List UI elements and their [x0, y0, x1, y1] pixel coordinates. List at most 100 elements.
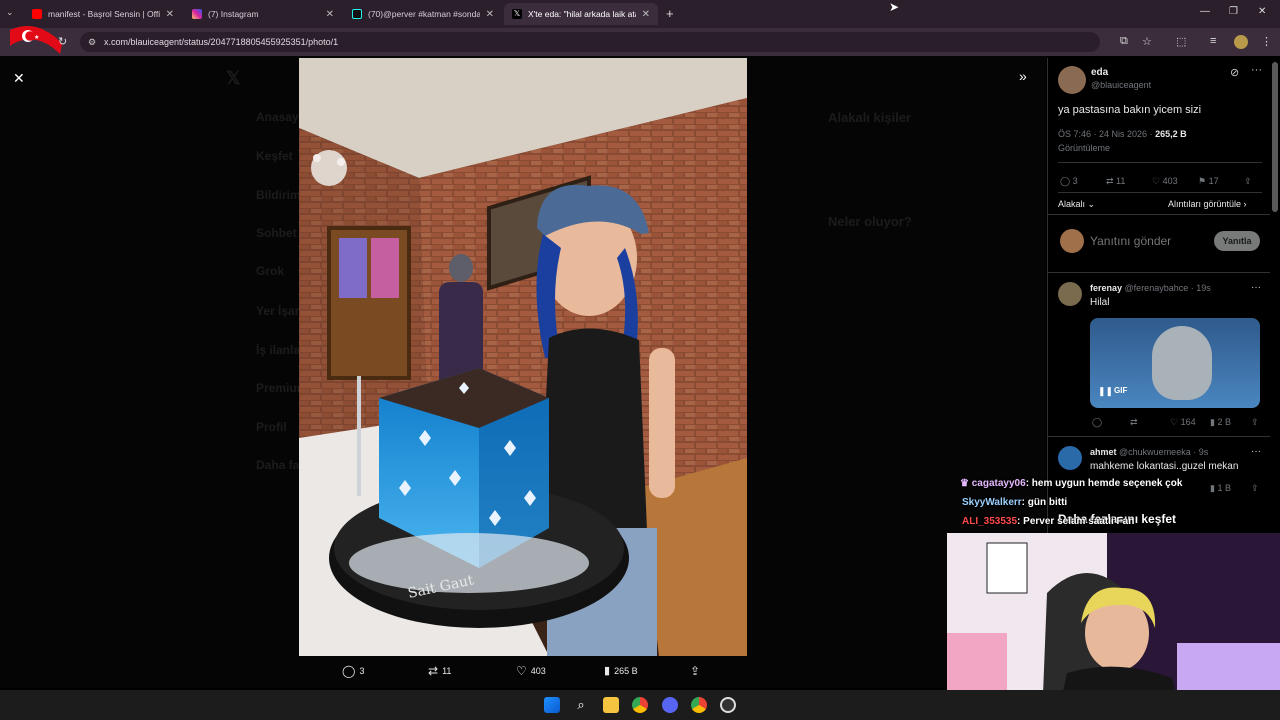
- reply-gif[interactable]: ❚❚ GIF: [1090, 318, 1260, 408]
- file-explorer-icon[interactable]: [603, 697, 619, 713]
- close-icon[interactable]: ✕: [166, 9, 174, 20]
- grok-icon[interactable]: ⊘: [1230, 66, 1239, 79]
- tweet-meta: ÖS 7:46 · 24 Nis 2026 · 265,2 B: [1058, 129, 1187, 139]
- reply-input[interactable]: [1090, 230, 1210, 252]
- like-action[interactable]: ♡ 403: [1152, 176, 1178, 187]
- reply-name[interactable]: ferenay: [1090, 283, 1122, 293]
- chrome-icon[interactable]: [691, 697, 707, 713]
- reply-repost-action[interactable]: ⇄: [1130, 417, 1138, 428]
- photo-views-action[interactable]: ▮ 265 B: [604, 664, 638, 677]
- author-avatar[interactable]: [1058, 66, 1086, 94]
- close-icon[interactable]: ✕: [642, 9, 650, 20]
- reply-action[interactable]: ◯ 3: [1060, 176, 1078, 187]
- bookmark-star-icon[interactable]: ☆: [1142, 35, 1152, 48]
- panel-scrollbar[interactable]: [1272, 62, 1278, 212]
- more-options-icon[interactable]: ···: [1251, 64, 1262, 76]
- reply-header: ferenay @ferenaybahce · 19s: [1090, 283, 1211, 293]
- close-icon[interactable]: ✕: [326, 9, 334, 20]
- reply-name[interactable]: ahmet: [1090, 447, 1117, 457]
- reply-like-action[interactable]: ♡ 164: [1170, 417, 1196, 428]
- tweet-photo[interactable]: Sait Gaut: [299, 58, 747, 656]
- chrome-icon[interactable]: [632, 697, 648, 713]
- photo-like-action[interactable]: ♡ 403: [516, 664, 546, 678]
- divider: [1058, 192, 1262, 193]
- tab-instagram[interactable]: (7) Instagram ✕: [184, 3, 342, 25]
- more-options-icon[interactable]: ···: [1251, 282, 1261, 293]
- cast-icon[interactable]: ⧉: [1120, 35, 1128, 48]
- gif-face: [1152, 326, 1212, 400]
- sort-label: Alakalı: [1058, 199, 1086, 209]
- discord-icon[interactable]: [662, 697, 678, 713]
- close-icon[interactable]: ✕: [486, 9, 494, 20]
- reply-handle[interactable]: @chukwuemeeka · 9s: [1119, 447, 1208, 457]
- views-count: 265 B: [614, 665, 638, 676]
- share-icon[interactable]: ⇪: [1244, 176, 1252, 187]
- tiktok-icon: [352, 9, 362, 19]
- new-tab-button[interactable]: +: [666, 6, 674, 21]
- ghost-trending-heading: Neler oluyor?: [828, 214, 912, 229]
- reply-header: ahmet @chukwuemeeka · 9s: [1090, 447, 1208, 457]
- author-name[interactable]: eda: [1091, 67, 1108, 78]
- gif-badge: GIF: [1114, 386, 1128, 395]
- reply-avatar[interactable]: [1058, 446, 1082, 470]
- windows-start-icon[interactable]: [544, 697, 560, 713]
- reply-avatar[interactable]: [1058, 282, 1082, 306]
- quotes-link[interactable]: Alıntıları görüntüle ›: [1168, 199, 1247, 209]
- chat-text: : hem uygun hemde seçenek çok: [1025, 478, 1183, 489]
- ghost-x-logo: 𝕏: [226, 68, 241, 88]
- tweet-text: ya pastasına bakın yicem sizi: [1058, 104, 1202, 116]
- divider: [1048, 436, 1270, 437]
- extensions-icon[interactable]: ⬚: [1176, 35, 1186, 48]
- views-icon: ▮: [604, 665, 611, 677]
- photo-share-action[interactable]: ⇪: [690, 664, 700, 678]
- address-bar-row: ★ ↻ ⚙ x.com/blauiceagent/status/20477188…: [0, 26, 1280, 56]
- ghost-nav-item: Grok: [256, 264, 285, 278]
- reply-like-count: 164: [1180, 417, 1196, 427]
- repost-action[interactable]: ⇄ 11: [1106, 176, 1125, 187]
- pause-icon[interactable]: ❚❚: [1098, 386, 1113, 397]
- photo-repost-action[interactable]: ⇄ 11: [428, 664, 451, 678]
- tab-label: (7) Instagram: [208, 9, 259, 19]
- media-control-icon[interactable]: ≡: [1210, 35, 1216, 47]
- reply-views-action[interactable]: ▮ 1 B: [1210, 483, 1231, 494]
- tab-tiktok[interactable]: (70)@perver #katman #sondak ✕: [344, 3, 502, 25]
- minimize-button[interactable]: —: [1200, 6, 1210, 17]
- chat-user: cagatayy06: [971, 478, 1026, 489]
- reload-icon[interactable]: ↻: [58, 35, 67, 48]
- repost-icon: ⇄: [428, 664, 439, 678]
- expand-panel-icon[interactable]: »: [1019, 68, 1027, 84]
- chat-badge-icon: ♛: [960, 478, 969, 489]
- reply-share-icon[interactable]: ⇪: [1251, 483, 1259, 494]
- author-handle[interactable]: @blauiceagent: [1091, 80, 1151, 90]
- more-options-icon[interactable]: ···: [1251, 446, 1261, 457]
- sort-dropdown[interactable]: Alakalı ⌄: [1058, 199, 1095, 210]
- obs-icon[interactable]: [720, 697, 736, 713]
- search-icon[interactable]: ⌕: [573, 697, 589, 713]
- profile-avatar[interactable]: [1234, 35, 1248, 49]
- reply-share-icon[interactable]: ⇪: [1251, 417, 1259, 428]
- reply-handle[interactable]: @ferenaybahce · 19s: [1125, 283, 1211, 293]
- url-field[interactable]: ⚙ x.com/blauiceagent/status/204771880545…: [80, 32, 1100, 52]
- photo-reply-action[interactable]: ◯ 3: [342, 664, 364, 678]
- reply-reply-action[interactable]: ◯: [1092, 417, 1102, 428]
- site-info-icon[interactable]: ⚙: [88, 32, 96, 52]
- ghost-related-heading: Alakalı kişiler: [828, 110, 912, 125]
- tweet-views: 265,2 B: [1155, 129, 1187, 139]
- bookmark-count: 17: [1208, 176, 1219, 186]
- tab-youtube[interactable]: manifest - Başrol Sensin | Offici ✕: [24, 3, 182, 25]
- tab-x[interactable]: 𝕏 X'te eda: "hilal arkada laik atatı ✕: [504, 3, 658, 25]
- close-viewer-button[interactable]: ✕: [13, 70, 25, 87]
- divider: [1058, 162, 1262, 163]
- close-window-button[interactable]: ✕: [1258, 6, 1266, 17]
- maximize-button[interactable]: ❐: [1229, 6, 1238, 17]
- reply-views-action[interactable]: ▮ 2 B: [1210, 417, 1231, 428]
- menu-dots-icon[interactable]: ⋮: [1261, 35, 1272, 48]
- divider: [1048, 272, 1270, 273]
- ghost-nav-item: Profil: [256, 420, 287, 434]
- bookmark-action[interactable]: ⚑ 17: [1198, 176, 1219, 187]
- tab-search-button[interactable]: ⌄: [6, 7, 14, 18]
- reply-views-count: 1 B: [1217, 483, 1231, 493]
- chat-text: : Perver selam saatli Fan: [1017, 516, 1135, 527]
- reply-button[interactable]: Yanıtla: [1214, 231, 1260, 251]
- chat-message: ♛ cagatayy06: hem uygun hemde seçenek ço…: [960, 478, 1182, 489]
